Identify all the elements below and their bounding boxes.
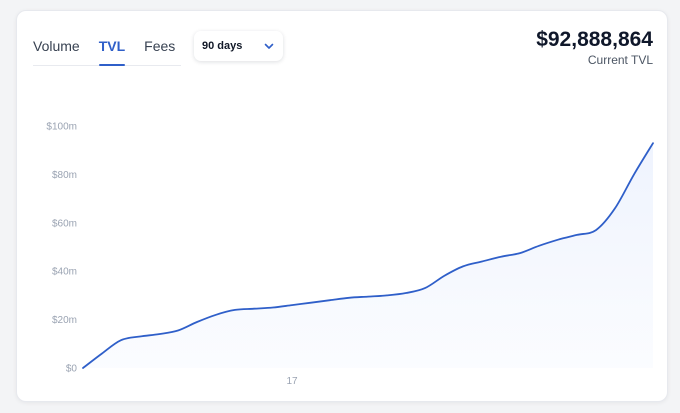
y-tick-label: $0	[66, 364, 78, 375]
tvl-area-fill	[83, 143, 653, 368]
x-tick-label: 17	[286, 376, 298, 387]
y-tick-label: $20m	[52, 315, 77, 326]
tvl-card: Volume TVL Fees 90 days $92,888,864 Curr…	[16, 10, 668, 402]
tvl-area-chart: $0 $20m $40m $60m $80m $100m 17	[46, 122, 654, 387]
y-tick-label: $60m	[52, 218, 77, 229]
y-tick-label: $40m	[52, 267, 77, 278]
y-tick-label: $100m	[46, 122, 77, 133]
y-tick-label: $80m	[52, 170, 77, 181]
